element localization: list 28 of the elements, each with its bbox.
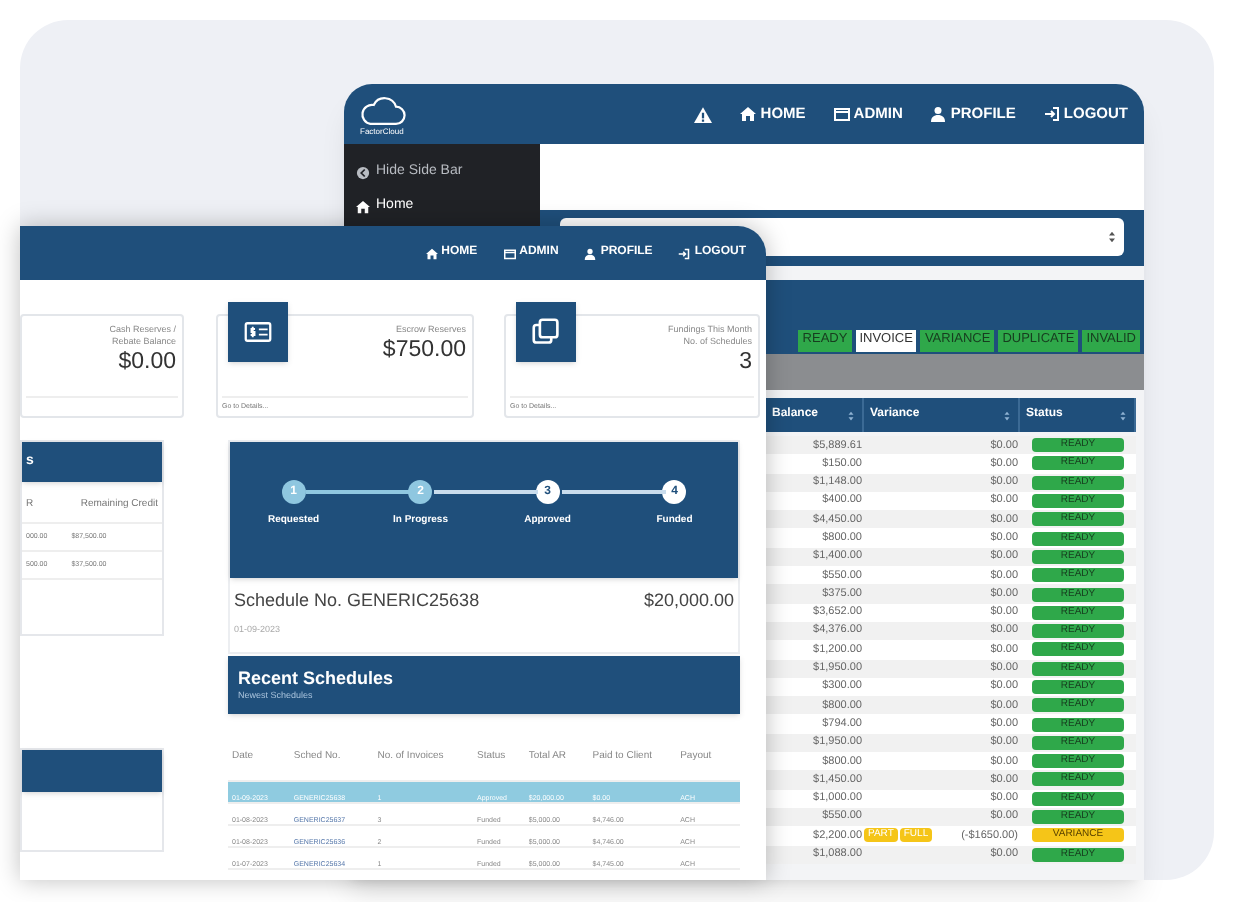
progress-connector: [562, 490, 666, 494]
logout-icon: [678, 247, 691, 259]
card-value: $750.00: [382, 336, 466, 364]
cloud-icon: [360, 93, 408, 127]
sort-icon: [846, 409, 856, 421]
user-icon: [584, 247, 597, 259]
user-icon: [930, 106, 947, 122]
sort-icon: [1002, 409, 1012, 421]
card-value: $0.00: [118, 348, 176, 376]
schedule-amount: $20,000.00: [643, 588, 734, 614]
panel-title: Recent Schedules: [238, 667, 396, 690]
money-bill-icon: [244, 318, 272, 346]
card-value: 3: [739, 348, 752, 376]
schedule-title: Schedule No. GENERIC25638: [234, 588, 480, 614]
progress-connector: [306, 490, 410, 494]
panel-header: [22, 750, 162, 792]
circle-arrow-icon: [356, 166, 370, 180]
copy-icon: [532, 318, 560, 346]
warning-icon: [694, 105, 713, 123]
logout-icon: [1043, 106, 1060, 122]
sort-icon: [1118, 409, 1128, 421]
home-icon: [356, 200, 370, 214]
progress-connector: [434, 490, 538, 494]
window-icon: [503, 247, 516, 259]
home-icon: [740, 106, 757, 122]
home-icon: [425, 247, 438, 259]
sort-arrows-icon: [1106, 230, 1118, 244]
window-icon: [833, 106, 850, 122]
